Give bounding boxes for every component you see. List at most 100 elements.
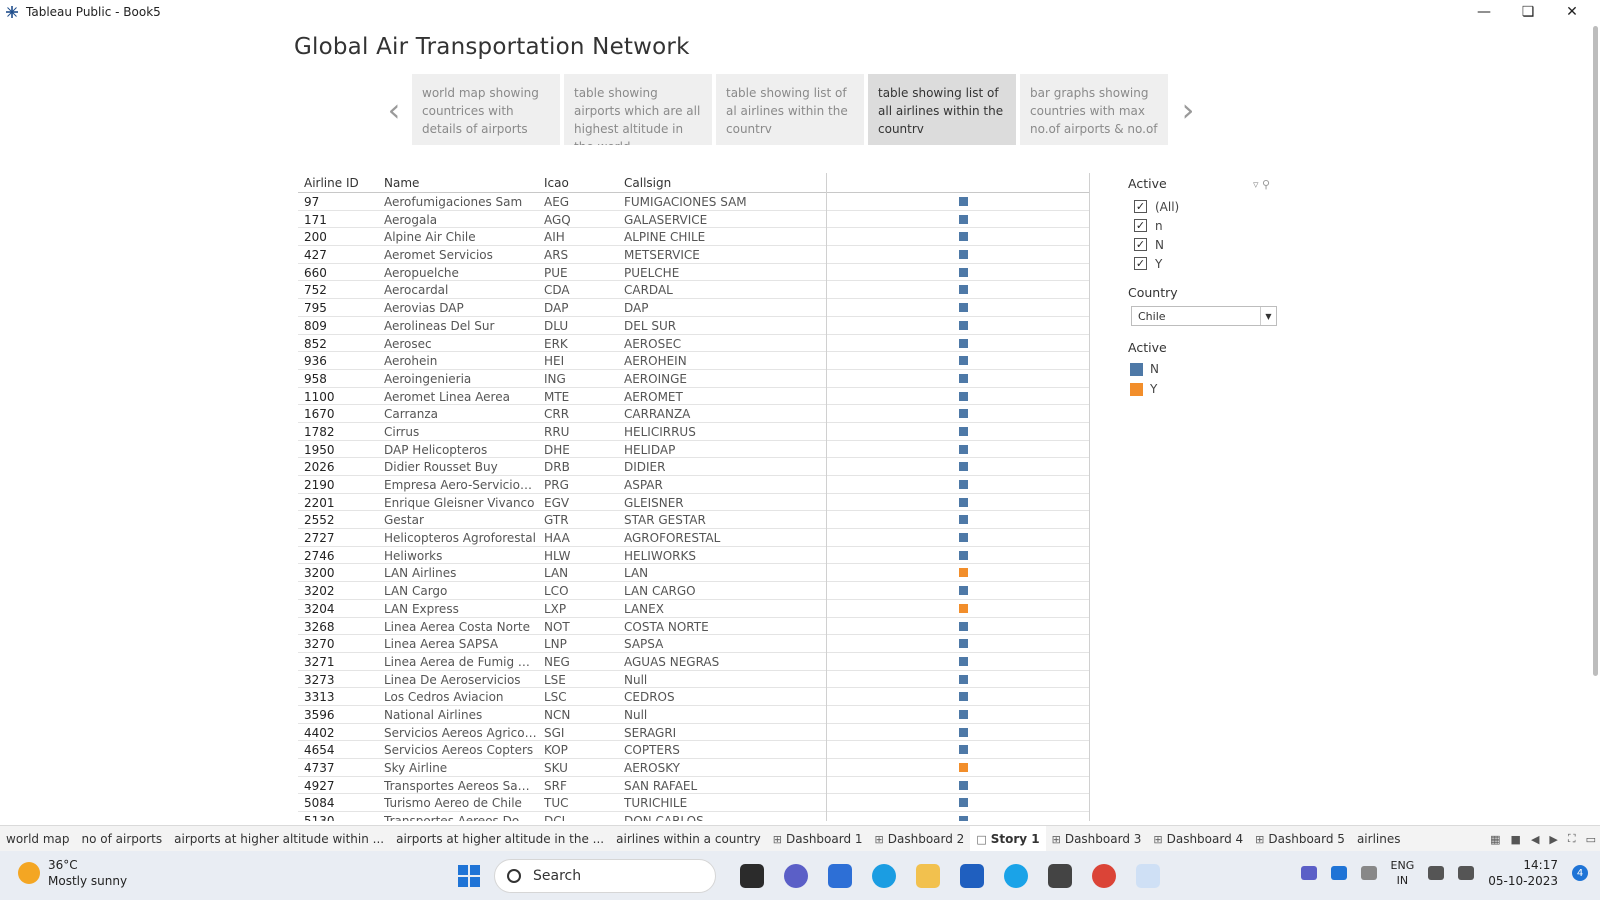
table-row[interactable]: 3202 LAN Cargo LCO LAN CARGO: [298, 582, 1090, 600]
active-mark[interactable]: [959, 462, 968, 472]
table-row[interactable]: 3270 Linea Aerea SAPSA LNP SAPSA: [298, 635, 1090, 653]
teams-icon[interactable]: [1300, 866, 1317, 880]
active-mark[interactable]: [959, 250, 968, 260]
restore-button[interactable]: ❏: [1506, 0, 1550, 24]
table-row[interactable]: 4402 Servicios Aereos Agricolas SGI SERAGRI: [298, 724, 1090, 742]
close-button[interactable]: ✕: [1550, 0, 1594, 24]
search-icon[interactable]: ⚲: [1262, 178, 1270, 191]
checkbox-checked-icon[interactable]: ✓: [1134, 257, 1147, 270]
table-row[interactable]: 752 Aerocardal CDA CARDAL: [298, 281, 1090, 300]
active-mark[interactable]: [959, 709, 968, 719]
next-point-button[interactable]: ›: [1176, 91, 1200, 129]
table-row[interactable]: 3200 LAN Airlines LAN LAN: [298, 564, 1090, 583]
legend-item[interactable]: N: [1130, 359, 1288, 379]
table-row[interactable]: 2026 Didier Rousset Buy DRB DIDIER: [298, 458, 1090, 476]
active-mark[interactable]: [959, 497, 968, 507]
story-point-5[interactable]: bar graphs showing countries with max no…: [1020, 74, 1168, 145]
chrome-icon[interactable]: [1092, 864, 1116, 888]
active-filter-option[interactable]: ✓ Y: [1134, 254, 1288, 273]
network-icon[interactable]: [1428, 866, 1445, 880]
table-row[interactable]: 1100 Aeromet Linea Aerea MTE AEROMET: [298, 388, 1090, 406]
active-mark[interactable]: [959, 515, 968, 525]
filter-tools[interactable]: ▿ ⚲: [1253, 178, 1270, 191]
table-row[interactable]: 1782 Cirrus RRU HELICIRRUS: [298, 423, 1090, 441]
store-icon[interactable]: [960, 864, 984, 888]
active-mark[interactable]: [959, 727, 968, 737]
table-row[interactable]: 660 Aeropuelche PUE PUELCHE: [298, 264, 1090, 282]
country-dropdown[interactable]: Chile ▼: [1131, 306, 1277, 326]
device-preview-icon[interactable]: ▭: [1586, 833, 1596, 846]
windows-start-icon[interactable]: [458, 865, 480, 887]
active-mark[interactable]: [959, 798, 968, 808]
checkbox-checked-icon[interactable]: ✓: [1134, 200, 1147, 213]
table-row[interactable]: 958 Aeroingenieria ING AEROINGE: [298, 370, 1090, 388]
active-mark[interactable]: [959, 480, 968, 489]
file-explorer-icon[interactable]: [916, 864, 940, 888]
active-mark[interactable]: [959, 568, 968, 578]
active-mark[interactable]: [959, 338, 968, 348]
active-mark[interactable]: [959, 320, 968, 330]
sheet-tab[interactable]: airports at higher altitude in the ...: [390, 826, 610, 852]
table-row[interactable]: 3204 LAN Express LXP LANEX: [298, 600, 1090, 618]
table-row[interactable]: 1670 Carranza CRR CARRANZA: [298, 405, 1090, 423]
sheet-tab[interactable]: airlines: [1351, 826, 1407, 852]
table-row[interactable]: 852 Aerosec ERK AEROSEC: [298, 335, 1090, 353]
notification-badge[interactable]: 4: [1572, 865, 1588, 881]
table-row[interactable]: 1950 DAP Helicopteros DHE HELIDAP: [298, 441, 1090, 459]
table-row[interactable]: 97 Aerofumigaciones Sam AEG FUMIGACIONES SA…: [298, 193, 1090, 211]
volume-icon[interactable]: [1458, 866, 1475, 880]
sheet-tab[interactable]: no of airports: [76, 826, 169, 852]
table-row[interactable]: 795 Aerovias DAP DAP DAP: [298, 299, 1090, 317]
active-mark[interactable]: [959, 391, 968, 401]
show-filmstrip-icon[interactable]: ▦: [1490, 833, 1500, 846]
active-mark[interactable]: [959, 197, 968, 206]
table-row[interactable]: 809 Aerolineas Del Sur DLU DEL SUR: [298, 317, 1090, 335]
sheet-tab[interactable]: airlines within a country: [610, 826, 767, 852]
table-row[interactable]: 427 Aeromet Servicios ARS METSERVICE: [298, 246, 1090, 264]
table-row[interactable]: 3313 Los Cedros Aviacion LSC CEDROS: [298, 688, 1090, 706]
active-mark[interactable]: [959, 692, 968, 702]
show-tabs-icon[interactable]: ■: [1511, 833, 1521, 846]
active-mark[interactable]: [959, 816, 968, 821]
sheet-tab[interactable]: ⊞ Dashboard 5: [1249, 826, 1351, 852]
table-row[interactable]: 5130 Transportes Aereos Don C.. DCL DON CAR…: [298, 812, 1090, 821]
table-row[interactable]: 4654 Servicios Aereos Copters KOP COPTERS: [298, 741, 1090, 759]
active-mark[interactable]: [959, 639, 968, 649]
table-row[interactable]: 200 Alpine Air Chile AIH ALPINE CHILE: [298, 228, 1090, 247]
active-filter-option[interactable]: ✓ (All): [1134, 197, 1288, 216]
table-row[interactable]: 2190 Empresa Aero-Servicios P.. PRG ASPAR: [298, 476, 1090, 494]
taskbar-search[interactable]: Search: [494, 859, 716, 893]
terminal-icon[interactable]: [1048, 864, 1072, 888]
previous-sheet-icon[interactable]: ◀: [1531, 833, 1539, 846]
active-mark[interactable]: [959, 533, 968, 543]
onedrive-icon[interactable]: [1360, 866, 1377, 880]
sheet-tab[interactable]: airports at higher altitude within ...: [168, 826, 390, 852]
table-row[interactable]: 2201 Enrique Gleisner Vivanco EGV GLEISNER: [298, 494, 1090, 512]
table-row[interactable]: 3268 Linea Aerea Costa Norte NOT COSTA NORT…: [298, 618, 1090, 636]
sheet-tab[interactable]: world map: [0, 826, 76, 852]
weather-widget[interactable]: 36°C Mostly sunny: [18, 857, 127, 889]
active-mark[interactable]: [959, 303, 968, 313]
active-mark[interactable]: [959, 674, 968, 684]
active-mark[interactable]: [959, 267, 968, 277]
active-mark[interactable]: [959, 603, 968, 613]
story-point-2[interactable]: table showing airports which are all hig…: [564, 74, 712, 145]
minimize-button[interactable]: —: [1462, 0, 1506, 24]
table-row[interactable]: 4927 Transportes Aereos San R.. SRF SAN RAF…: [298, 777, 1090, 795]
defender-icon[interactable]: [1330, 866, 1347, 880]
active-mark[interactable]: [959, 621, 968, 631]
legend-item[interactable]: Y: [1130, 379, 1288, 399]
previous-point-button[interactable]: ‹: [382, 91, 406, 129]
active-mark[interactable]: [959, 444, 968, 454]
active-mark[interactable]: [959, 373, 968, 383]
active-mark[interactable]: [959, 426, 968, 436]
table-row[interactable]: 3271 Linea Aerea de Fumig Agu.. NEG AGUAS N…: [298, 653, 1090, 671]
table-row[interactable]: 171 Aerogala AGQ GALASERVICE: [298, 211, 1090, 229]
active-mark[interactable]: [959, 356, 968, 366]
table-row[interactable]: 936 Aerohein HEI AEROHEIN: [298, 352, 1090, 370]
filter-funnel-icon[interactable]: ▿: [1253, 178, 1259, 191]
table-row[interactable]: 4737 Sky Airline SKU AEROSKY: [298, 759, 1090, 777]
story-point-1[interactable]: world map showing countrices with detail…: [412, 74, 560, 145]
active-mark[interactable]: [959, 763, 968, 772]
active-mark[interactable]: [959, 409, 968, 419]
